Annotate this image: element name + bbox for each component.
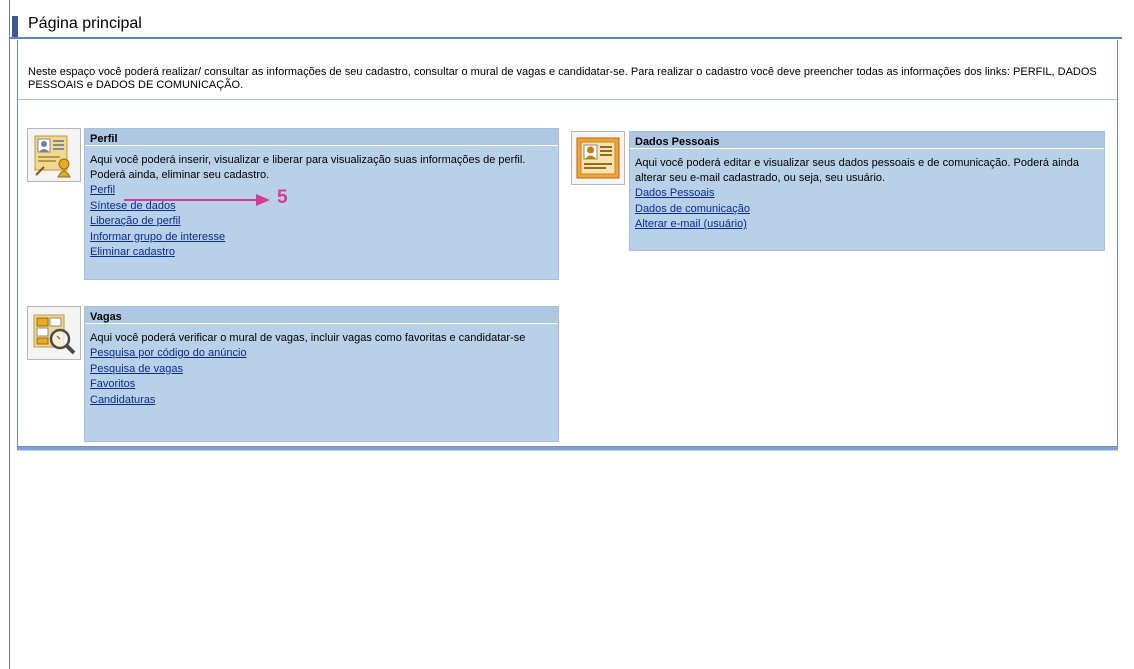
- page-title: Página principal: [28, 15, 142, 32]
- link-dados-de-comunicacao[interactable]: Dados de comunicação: [635, 202, 765, 218]
- vagas-card: Vagas Aqui você poderá verificar o mural…: [84, 306, 559, 442]
- page-header: Página principal: [10, 8, 1122, 39]
- perfil-card-title: Perfil: [85, 129, 558, 146]
- intro-text: Neste espaço você poderá realizar/ consu…: [28, 66, 1097, 91]
- title-underline: [10, 37, 1122, 39]
- dados-pessoais-card: Dados Pessoais Aqui você poderá editar e…: [629, 131, 1105, 251]
- vagas-card-title: Vagas: [85, 307, 558, 324]
- link-dados-pessoais[interactable]: Dados Pessoais: [635, 186, 725, 202]
- link-eliminar-cadastro[interactable]: Eliminar cadastro: [90, 245, 190, 261]
- link-candidaturas[interactable]: Candidaturas: [90, 393, 170, 409]
- vagas-card-description: Aqui você poderá verificar o mural de va…: [90, 332, 526, 344]
- link-liberacao-de-perfil[interactable]: Liberação de perfil: [90, 214, 200, 230]
- link-pesquisa-por-codigo[interactable]: Pesquisa por código do anúncio: [90, 346, 270, 362]
- profile-card-icon: [27, 128, 81, 182]
- job-search-icon: [27, 306, 81, 360]
- window-left-border: [9, 0, 10, 669]
- link-alterar-email[interactable]: Alterar e-mail (usuário): [635, 217, 765, 233]
- annotation-arrow: [124, 194, 270, 206]
- id-card-icon: [571, 131, 625, 185]
- step-number-label: 5: [277, 187, 288, 208]
- intro-divider: [18, 99, 1117, 100]
- link-pesquisa-de-vagas[interactable]: Pesquisa de vagas: [90, 362, 200, 378]
- panel-bottom-shadow: [17, 450, 1118, 451]
- link-informar-grupo-de-interesse[interactable]: Informar grupo de interesse: [90, 230, 250, 246]
- dados-pessoais-card-title: Dados Pessoais: [630, 132, 1104, 149]
- title-accent-bar: [12, 16, 18, 38]
- dados-pessoais-card-description: Aqui você poderá editar e visualizar seu…: [635, 157, 1079, 184]
- link-favoritos[interactable]: Favoritos: [90, 377, 150, 393]
- perfil-card-description: Aqui você poderá inserir, visualizar e l…: [90, 154, 526, 181]
